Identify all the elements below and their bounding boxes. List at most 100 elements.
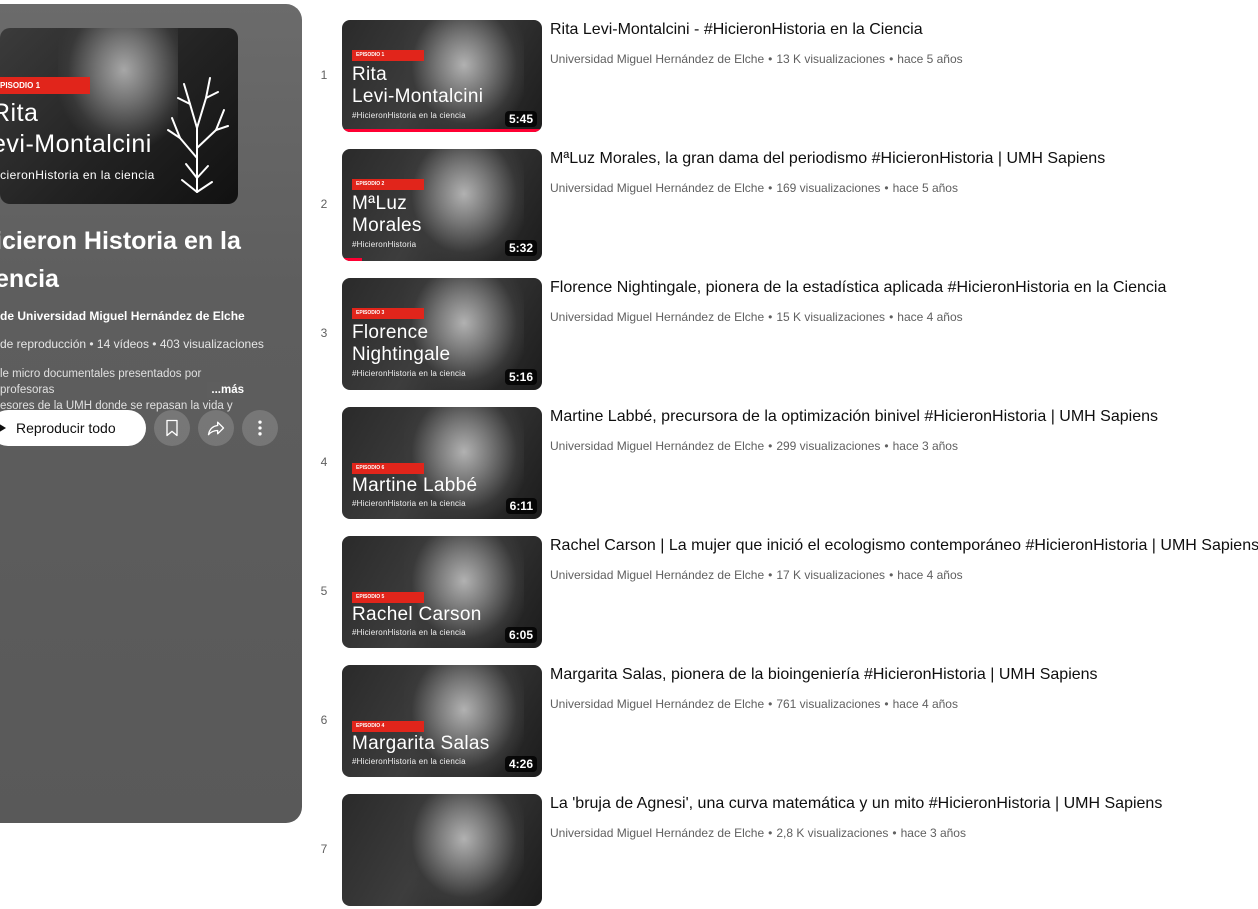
duration-badge: 5:16 (504, 369, 537, 385)
play-icon (0, 422, 6, 434)
watch-progress-bar (342, 129, 542, 132)
playlist-video-row[interactable]: 4 EPISODIO 6 Martine Labbé #HicieronHist… (310, 407, 1258, 522)
video-thumbnail[interactable]: EPISODIO 6 Martine Labbé #HicieronHistor… (342, 407, 542, 519)
thumbnail-name-line2: Nightingale (352, 344, 451, 365)
duration-badge: 4:26 (504, 756, 537, 772)
thumbnail-title: Rita evi-Montalcini (0, 98, 152, 160)
playlist-video-row[interactable]: 7 La 'bruja de Agnesi', una curva matemá… (310, 794, 1258, 909)
thumbnail-hashtag: #HicieronHistoria en la ciencia (352, 757, 466, 766)
channel-name[interactable]: Universidad Miguel Hernández de Elche (550, 826, 764, 840)
play-all-label: Reproducir todo (16, 420, 116, 436)
video-title[interactable]: Florence Nightingale, pionera de la esta… (550, 279, 1166, 297)
view-count: 13 K visualizaciones (776, 52, 886, 66)
duration-badge: 6:11 (505, 498, 537, 514)
playlist-owner-link[interactable]: de Universidad Miguel Hernández de Elche (0, 309, 245, 323)
video-title[interactable]: La 'bruja de Agnesi', una curva matemáti… (550, 795, 1162, 813)
thumbnail-name: MªLuz Morales (352, 193, 422, 237)
more-link[interactable]: ...más (207, 382, 244, 398)
channel-name[interactable]: Universidad Miguel Hernández de Elche (550, 52, 764, 66)
separator-dot: • (889, 52, 894, 66)
separator-dot: • (884, 697, 889, 711)
playlist-video-row[interactable]: 3 EPISODIO 3 Florence Nightingale #Hicier… (310, 278, 1258, 393)
video-title[interactable]: MªLuz Morales, la gran dama del periodis… (550, 150, 1105, 168)
video-meta: Universidad Miguel Hernández de Elche • 16… (550, 181, 958, 195)
separator-dot: • (768, 181, 773, 195)
channel-name[interactable]: Universidad Miguel Hernández de Elche (550, 568, 764, 582)
video-title[interactable]: Martine Labbé, precursora de la optimiza… (550, 408, 1158, 426)
upload-age: hace 4 años (897, 568, 963, 582)
video-title[interactable]: Rachel Carson | La mujer que inició el e… (550, 537, 1258, 555)
duration-badge: 5:45 (504, 111, 537, 127)
video-title[interactable]: Rita Levi-Montalcini - #HicieronHistoria… (550, 21, 923, 39)
video-title[interactable]: Margarita Salas, pionera de la bioingeni… (550, 666, 1098, 684)
episode-badge: EPISODIO 6 (352, 463, 424, 474)
video-thumbnail[interactable]: EPISODIO 2 MªLuz Morales #HicieronHistori… (342, 149, 542, 261)
playlist-header-panel: PISODIO 1 Rita evi-Montalcini licieronHi… (0, 4, 302, 823)
video-index: 3 (320, 326, 328, 340)
thumbnail-name-line2: Martine Labbé (352, 475, 478, 496)
playlist-title-line1: icieron Historia en la (0, 227, 241, 255)
view-count: 2,8 K visualizaciones (776, 826, 889, 840)
playlist-video-row[interactable]: 1 EPISODIO 1 Rita Levi-Montalcini #Hicier… (310, 20, 1258, 135)
thumbnail-title-line1: Rita (0, 99, 39, 127)
separator-dot: • (768, 697, 773, 711)
more-vert-icon (258, 420, 262, 436)
episode-badge: EPISODIO 4 (352, 721, 424, 732)
video-index: 6 (320, 713, 328, 727)
thumbnail-hashtag: licieronHistoria en la ciencia (0, 168, 155, 182)
share-button[interactable] (198, 410, 234, 446)
playlist-thumbnail[interactable]: PISODIO 1 Rita evi-Montalcini licieronHi… (0, 28, 238, 204)
video-thumbnail[interactable]: EPISODIO 3 Florence Nightingale #Hicieron… (342, 278, 542, 390)
video-thumbnail[interactable]: EPISODIO 1 Rita Levi-Montalcini #Hicieron… (342, 20, 542, 132)
video-index: 1 (320, 68, 328, 82)
thumbnail-name: Martine Labbé (352, 475, 477, 497)
upload-age: hace 4 años (892, 697, 958, 711)
video-index: 2 (320, 197, 328, 211)
channel-name[interactable]: Universidad Miguel Hernández de Elche (550, 181, 764, 195)
more-actions-button[interactable] (242, 410, 278, 446)
separator-dot: • (768, 439, 773, 453)
video-meta: Universidad Miguel Hernández de Elche • 17… (550, 568, 963, 582)
view-count: 761 visualizaciones (776, 697, 881, 711)
thumbnail-name: Margarita Salas (352, 733, 490, 755)
video-thumbnail[interactable] (342, 794, 542, 906)
playlist-description[interactable]: le micro documentales presentados por pr… (0, 366, 244, 414)
upload-age: hace 5 años (897, 52, 963, 66)
video-thumbnail[interactable]: EPISODIO 4 Margarita Salas #HicieronHist… (342, 665, 542, 777)
playlist-video-row[interactable]: 6 EPISODIO 4 Margarita Salas #HicieronHi… (310, 665, 1258, 780)
video-meta: Universidad Miguel Hernández de Elche • 29… (550, 439, 958, 453)
separator-dot: • (892, 826, 897, 840)
duration-badge: 5:32 (504, 240, 537, 256)
view-count: 299 visualizaciones (776, 439, 881, 453)
video-meta: Universidad Miguel Hernández de Elche • 15… (550, 310, 963, 324)
description-line1: le micro documentales presentados por pr… (0, 368, 202, 396)
playlist-video-row[interactable]: 5 EPISODIO 5 Rachel Carson #HicieronHist… (310, 536, 1258, 651)
thumbnail-photo (404, 794, 524, 906)
thumbnail-hashtag: #HicieronHistoria en la ciencia (352, 499, 466, 508)
share-icon (207, 421, 225, 436)
play-all-button[interactable]: Reproducir todo (0, 410, 146, 446)
thumbnail-name: Florence Nightingale (352, 322, 450, 366)
channel-name[interactable]: Universidad Miguel Hernández de Elche (550, 439, 764, 453)
video-meta: Universidad Miguel Hernández de Elche • 13… (550, 52, 963, 66)
thumbnail-hashtag: #HicieronHistoria en la ciencia (352, 111, 466, 120)
view-count: 17 K visualizaciones (776, 568, 886, 582)
thumbnail-name-line2: Levi-Montalcini (352, 86, 484, 107)
bookmark-icon (166, 419, 178, 437)
save-playlist-button[interactable] (154, 410, 190, 446)
upload-age: hace 3 años (900, 826, 966, 840)
playlist-video-row[interactable]: 2 EPISODIO 2 MªLuz Morales #HicieronHisto… (310, 149, 1258, 264)
thumbnail-name-line1: Florence (352, 322, 429, 343)
video-thumbnail[interactable]: EPISODIO 5 Rachel Carson #HicieronHistor… (342, 536, 542, 648)
separator-dot: • (768, 568, 773, 582)
channel-name[interactable]: Universidad Miguel Hernández de Elche (550, 697, 764, 711)
separator-dot: • (768, 310, 773, 324)
thumbnail-title-line2: evi-Montalcini (0, 130, 152, 158)
upload-age: hace 3 años (892, 439, 958, 453)
channel-name[interactable]: Universidad Miguel Hernández de Elche (550, 310, 764, 324)
video-index: 4 (320, 455, 328, 469)
separator-dot: • (884, 439, 889, 453)
thumbnail-name-line2: Morales (352, 215, 422, 236)
separator-dot: • (889, 568, 894, 582)
duration-badge: 6:05 (504, 627, 537, 643)
